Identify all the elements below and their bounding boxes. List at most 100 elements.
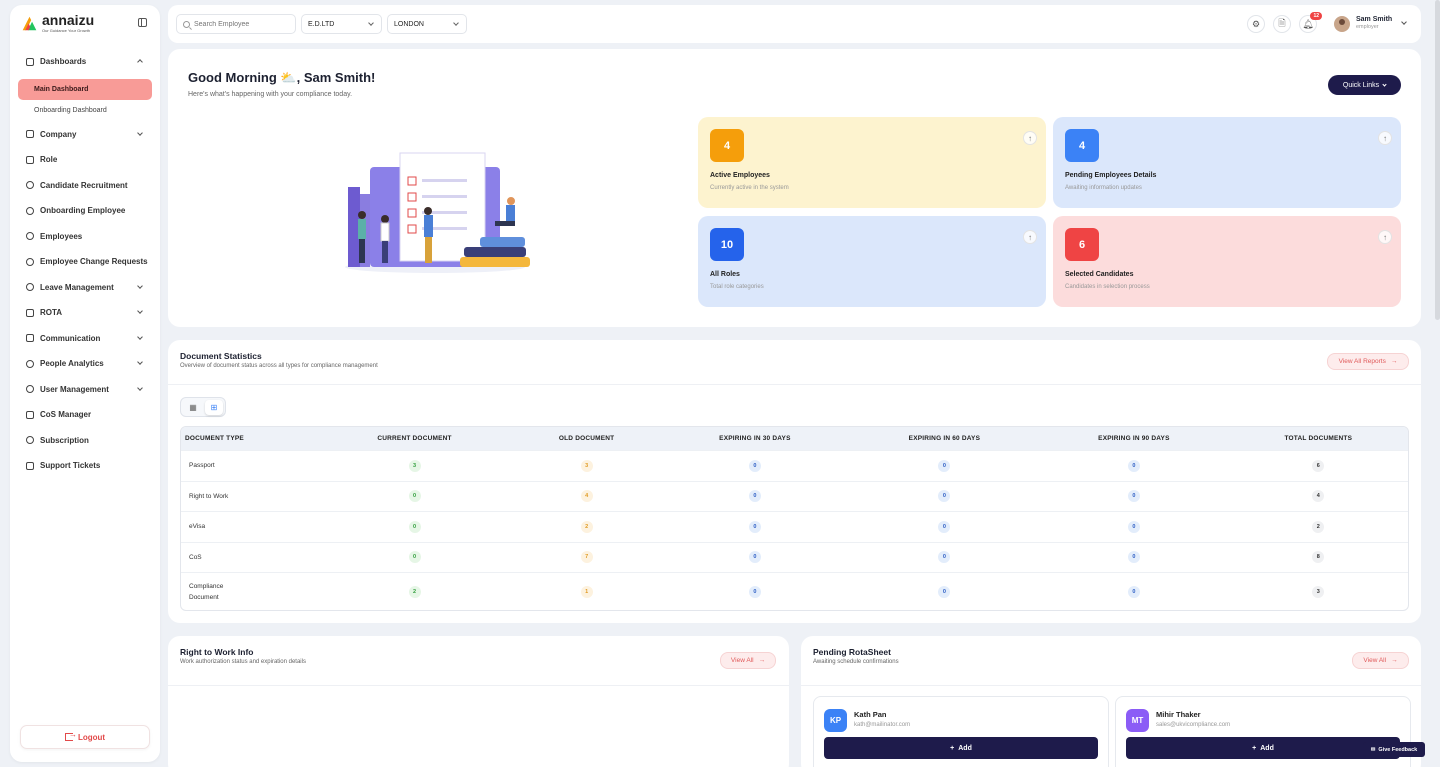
logout-label: Logout [77,732,106,742]
sidebar-item-dashboards[interactable]: Dashboards [10,49,160,75]
view-all-button[interactable]: View All → [1352,652,1409,669]
table-row[interactable]: Passport 3 3 0 0 0 6 [181,450,1408,481]
expiring-60-count: 0 [938,490,951,503]
sidebar-item-people-analytics[interactable]: People Analytics [10,351,160,377]
sidebar-item-role[interactable]: Role [10,147,160,173]
logout-button[interactable]: Logout [20,725,150,749]
user-name[interactable]: Sam Smith [1356,16,1392,23]
expiring-90-count: 0 [1127,459,1140,472]
sidebar-item-support-tickets[interactable]: Support Tickets [10,453,160,479]
sidebar-subitem-onboarding-dashboard[interactable]: Onboarding Dashboard [10,100,160,122]
arrow-up-icon[interactable]: ↑ [1378,230,1392,244]
document-type: Compliance Document [181,572,316,610]
old-count: 1 [580,585,593,598]
sidebar-item-label: Leave Management [40,282,114,292]
stat-card-active-employees[interactable]: 4 Active Employees Currently active in t… [698,117,1046,208]
sidebar-collapse-icon[interactable] [138,18,147,27]
plus-icon: + [950,744,955,752]
document-type-label: Compliance Document [189,582,224,601]
top-bar: E.D.LTD LONDON ⚙ 🗎 🔔︎ 12 Sam Smith emplo… [168,5,1421,43]
stat-card-all-roles[interactable]: 10 All Roles Total role categories ↑ [698,216,1046,307]
document-type: eVisa [181,511,316,542]
page-scrollbar[interactable] [1435,0,1440,320]
sidebar-item-user-management[interactable]: User Management [10,377,160,403]
quick-links-button[interactable]: Quick Links [1328,75,1401,95]
grid-icon [26,57,34,66]
sidebar-item-label: Candidate Recruitment [40,180,128,190]
settings-button[interactable]: ⚙ [1247,15,1265,33]
sidebar-item-label: CoS Manager [40,410,92,420]
documents-button[interactable]: 🗎 [1273,15,1291,33]
sidebar-item-candidate-recruitment[interactable]: Candidate Recruitment [10,173,160,199]
sidebar-item-onboarding-employee[interactable]: Onboarding Employee [10,198,160,224]
rota-card: KP Kath Pan kath@mailinator.com + Add [813,696,1109,767]
column-header: OLD DOCUMENT [513,427,661,450]
arrow-up-icon[interactable]: ↑ [1023,230,1037,244]
chevron-down-icon [368,20,374,26]
add-button[interactable]: + Add [824,737,1098,759]
brand-logo[interactable]: annaizu Our Guidance Your Growth [21,12,95,33]
arrow-up-icon[interactable]: ↑ [1378,131,1392,145]
column-header: EXPIRING IN 90 DAYS [1039,427,1229,450]
view-all-reports-button[interactable]: View All Reports → [1327,353,1409,370]
sidebar-item-subscription[interactable]: Subscription [10,428,160,454]
current-count: 3 [408,459,421,472]
brand-name: annaizu [42,12,95,28]
view-all-label: View All [730,657,754,664]
divider [168,685,789,686]
sidebar-item-rota[interactable]: ROTA [10,300,160,326]
document-statistics-panel: Document Statistics Overview of document… [168,340,1421,623]
stat-value: 10 [710,228,744,261]
grid-view-toggle[interactable]: ▦ [184,400,202,415]
section-title: Pending RotaSheet [813,647,891,657]
search-input[interactable] [194,20,289,28]
stat-card-pending-employees[interactable]: 4 Pending Employees Details Awaiting inf… [1053,117,1401,208]
old-count: 2 [580,520,593,533]
sidebar-nav: Dashboards Main Dashboard Onboarding Das… [10,49,160,479]
sidebar-item-leave-management[interactable]: Leave Management [10,275,160,301]
user-menu-chevron-icon[interactable] [1401,19,1407,25]
company-select[interactable]: E.D.LTD [301,14,382,34]
sidebar-item-cos-manager[interactable]: CoS Manager [10,402,160,428]
view-all-button[interactable]: View All → [720,652,776,669]
stat-subtitle: Awaiting information updates [1065,185,1142,191]
view-toggle: ▦ ⊞ [180,397,226,417]
table-row[interactable]: Right to Work 0 4 0 0 0 4 [181,480,1408,512]
stat-title: Selected Candidates [1065,271,1134,278]
sidebar-item-company[interactable]: Company [10,122,160,148]
divider [168,384,1421,385]
sidebar-item-label: User Management [40,384,109,394]
section-subtitle: Awaiting schedule confirmations [813,659,899,665]
table-row[interactable]: eVisa 0 2 0 0 0 2 [181,511,1408,542]
sidebar-item-label: Employees [40,231,83,241]
sidebar-item-employee-change-requests[interactable]: Employee Change Requests [10,249,160,275]
column-header: EXPIRING IN 60 DAYS [849,427,1040,450]
arrow-right-icon: → [1390,358,1398,365]
company-select-value: E.D.LTD [308,20,335,28]
plus-icon: + [1252,744,1257,752]
rota-name: Kath Pan [854,710,887,719]
sidebar-subitem-main-dashboard[interactable]: Main Dashboard [18,78,152,100]
avatar[interactable] [1334,16,1350,32]
location-select[interactable]: LONDON [387,14,467,34]
sidebar-item-employees[interactable]: Employees [10,224,160,250]
logout-icon [64,730,77,741]
stat-card-selected-candidates[interactable]: 6 Selected Candidates Candidates in sele… [1053,216,1401,307]
sidebar-item-communication[interactable]: Communication [10,326,160,352]
give-feedback-button[interactable]: ✉ Give Feedback [1363,742,1425,757]
document-type: Passport [181,450,316,481]
arrow-up-icon[interactable]: ↑ [1023,131,1037,145]
table-row[interactable]: CoS 0 7 0 0 0 8 [181,541,1408,573]
expiring-90-count: 0 [1127,490,1140,503]
search-box[interactable] [176,14,296,34]
sidebar-item-label: Role [40,155,58,165]
expiring-60-count: 0 [938,551,951,564]
section-title: Right to Work Info [180,647,254,657]
chevron-up-icon [137,59,143,65]
notifications-button[interactable]: 🔔︎ 12 [1299,12,1322,33]
rota-email: kath@mailinator.com [854,722,911,728]
table-row[interactable]: Compliance Document 2 1 0 0 0 3 [181,572,1408,610]
add-button[interactable]: + Add [1126,737,1400,759]
table-view-toggle[interactable]: ⊞ [205,400,223,415]
current-count: 2 [408,585,421,598]
